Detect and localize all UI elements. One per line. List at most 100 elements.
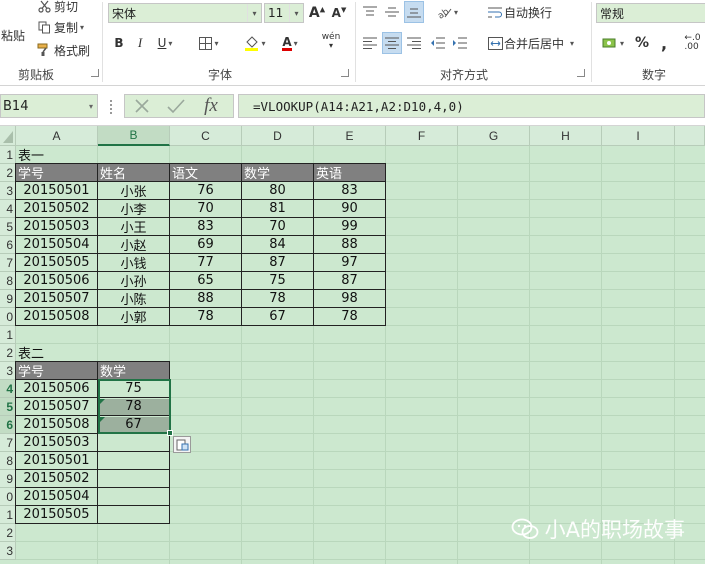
column-header-i[interactable]: I [602,126,675,146]
align-top-icon [363,6,377,18]
divider [591,2,592,82]
number-group-label: 数字 [642,68,667,82]
align-center-icon [385,37,399,49]
chevron-down-icon: ▾ [261,38,266,48]
name-box[interactable]: B14 ▾ [0,94,98,118]
column-header-d[interactable]: D [242,126,314,146]
fill-color-button[interactable]: ▾ [238,32,272,54]
align-top-button[interactable] [360,1,380,23]
align-bottom-button[interactable] [404,1,424,23]
formula-text: =VLOOKUP(A14:A21,A2:D10,4,0) [253,98,464,114]
row-header[interactable]: 9 [0,470,16,488]
italic-button[interactable]: I [131,32,149,54]
row-header[interactable]: 1 [0,506,16,524]
watermark: 小A的职场故事 [511,514,685,544]
row-header[interactable]: 0 [0,488,16,506]
column-header-g[interactable]: G [458,126,530,146]
column-header-c[interactable]: C [170,126,242,146]
column-header-a[interactable]: A [16,126,98,146]
wrap-text-button[interactable]: 自动换行 [486,1,552,23]
font-name-dropdown[interactable]: 宋体 ▾ [108,3,262,23]
column-header-f[interactable]: F [386,126,458,146]
increase-font-size-button[interactable]: A▲ [308,2,326,24]
number-format-dropdown[interactable]: 常规 [596,3,705,23]
table2-title[interactable]: 表二 [16,344,97,362]
chevron-down-icon: ▾ [289,4,303,22]
align-center-button[interactable] [382,32,402,54]
font-color-button[interactable]: A ▾ [276,32,304,54]
row-header[interactable]: 3 [0,362,16,380]
text-orientation-icon: ab [436,5,452,19]
cell-border [98,200,170,218]
increase-indent-button[interactable] [450,32,470,54]
alignment-dialog-launcher-icon[interactable] [577,69,585,77]
row-header[interactable]: 3 [0,182,16,200]
cell-border [314,182,386,200]
row-header[interactable]: 7 [0,434,16,452]
chevron-down-icon: ▾ [570,38,575,48]
row-header[interactable]: 5 [0,218,16,236]
percent-style-button[interactable]: % [632,32,652,54]
column-header-e[interactable]: E [314,126,386,146]
row-header[interactable]: 3 [0,542,16,560]
row-header[interactable]: 4 [0,200,16,218]
row-header[interactable]: 0 [0,308,16,326]
decrease-font-size-button[interactable]: A▼ [330,2,348,24]
divider [355,2,356,82]
phonetic-guide-button[interactable]: wén ▾ [316,30,346,52]
cancel-entry-icon[interactable] [125,95,159,117]
underline-button[interactable]: U ▾ [152,32,178,54]
cell-border [242,254,314,272]
align-right-button[interactable] [404,32,424,54]
font-size-dropdown[interactable]: 11 ▾ [264,3,304,23]
column-header-h[interactable]: H [530,126,602,146]
cut-button[interactable]: 剪切 [36,0,78,16]
paste-options-button[interactable] [173,436,191,453]
number-format-value: 常规 [600,6,625,21]
decrease-indent-button[interactable] [428,32,448,54]
align-left-button[interactable] [360,32,380,54]
bold-button[interactable]: B [110,32,128,54]
merge-center-button[interactable]: 合并后居中 ▾ [486,32,574,54]
cell-border [16,254,98,272]
row-header[interactable]: 2 [0,524,16,542]
row-header[interactable]: 2 [0,344,16,362]
worksheet-grid[interactable]: ABCDEFGHI 12345678901234567890123 表一 学号 姓名… [0,126,705,564]
paste-button[interactable]: 粘贴 [0,20,26,50]
cell-border [170,200,242,218]
accounting-format-button[interactable]: ▾ [598,32,628,54]
insert-function-icon[interactable]: fx [193,95,229,117]
row-header[interactable]: 4 [0,380,16,398]
row-header[interactable]: 5 [0,398,16,416]
orientation-button[interactable]: ab ▾ [432,1,462,23]
cell-border [16,398,98,416]
divider [102,2,103,82]
row-header[interactable]: 6 [0,236,16,254]
borders-button[interactable]: ▾ [194,32,224,54]
chevron-down-icon: ▾ [214,38,219,48]
font-dialog-launcher-icon[interactable] [341,69,349,77]
formula-input[interactable]: =VLOOKUP(A14:A21,A2:D10,4,0) [238,94,705,118]
cell-border [16,182,98,200]
paste-label: 粘贴 [0,28,25,43]
row-header[interactable]: 8 [0,272,16,290]
cut-label: 剪切 [54,0,79,14]
row-header[interactable]: 2 [0,164,16,182]
format-painter-button[interactable]: 格式刷 [36,39,90,61]
cell-border [242,200,314,218]
row-header[interactable]: 7 [0,254,16,272]
row-header[interactable]: 8 [0,452,16,470]
align-middle-button[interactable] [382,1,402,23]
column-header-b[interactable]: B [98,126,170,146]
increase-decimal-button[interactable]: ←.0.00 [680,32,705,54]
copy-button[interactable]: 复制 ▾ [36,16,84,38]
row-header[interactable]: 1 [0,326,16,344]
clipboard-dialog-launcher-icon[interactable] [91,69,99,77]
row-header[interactable]: 9 [0,290,16,308]
select-all-corner[interactable] [0,126,16,146]
row-header[interactable]: 6 [0,416,16,434]
row-header[interactable]: 1 [0,146,16,164]
table1-title[interactable]: 表一 [16,146,97,164]
confirm-entry-icon[interactable] [159,95,193,117]
comma-style-button[interactable]: , [656,32,672,54]
